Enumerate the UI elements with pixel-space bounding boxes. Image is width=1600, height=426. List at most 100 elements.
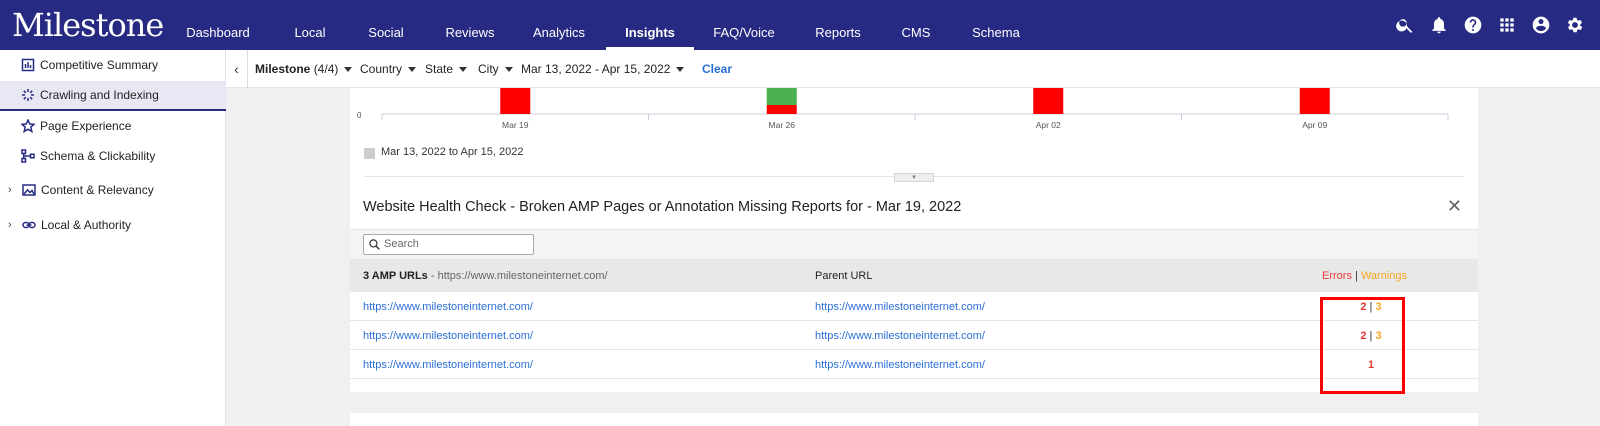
caret-down-icon [408, 67, 417, 73]
sidebar-item-label: Competitive Summary [40, 58, 159, 72]
chevron-right-icon[interactable]: › [8, 219, 18, 231]
table-row: https://www.milestoneinternet.com/ https… [350, 321, 1478, 350]
parent-url-column-header: Parent URL [815, 270, 873, 282]
bar-errors-apr-02[interactable] [1033, 88, 1064, 114]
sidebar-item-local-authority[interactable]: › Local & Authority [0, 210, 226, 240]
amp-url-link[interactable]: https://www.milestoneinternet.com/ [363, 359, 533, 371]
bell-icon[interactable] [1428, 14, 1450, 36]
star-icon [21, 119, 35, 133]
errors-warnings-column-header: Errors | Warnings [1322, 270, 1407, 282]
schema-icon [21, 149, 35, 163]
drawer-toggle-tab[interactable]: ▾ [894, 173, 934, 182]
caret-down-icon [344, 67, 353, 73]
nav-insights[interactable]: Insights [606, 0, 694, 50]
sidebar-item-content-relevancy[interactable]: › Content & Relevancy [0, 175, 226, 205]
date-range-label: Mar 13, 2022 - Apr 15, 2022 [521, 62, 671, 76]
state-filter-dropdown[interactable]: State [425, 50, 468, 88]
city-filter-label: City [478, 62, 499, 76]
sidebar-item-label: Schema & Clickability [40, 149, 156, 163]
highlight-annotation-box [1320, 297, 1405, 394]
legend-label[interactable]: Mar 13, 2022 to Apr 15, 2022 [381, 146, 524, 158]
legend-swatch[interactable] [364, 148, 375, 159]
date-range-dropdown[interactable]: Mar 13, 2022 - Apr 15, 2022 [521, 50, 685, 88]
next-card [350, 413, 1478, 426]
errors-bar-chart: 0 Mar 19 Mar 26 Apr 02 Apr 09 [357, 88, 1449, 130]
crawl-report-card: 0 Mar 19 Mar 26 Apr 02 Apr 09 Mar 13, 2022 … [350, 88, 1478, 392]
amp-site-label: https://www.milestoneinternet.com/ [437, 270, 608, 282]
sidebar-item-page-experience[interactable]: Page Experience [0, 111, 226, 141]
nav-reports[interactable]: Reports [806, 0, 870, 50]
bar-errors-apr-09[interactable] [1299, 88, 1330, 114]
sidebar-item-label: Local & Authority [41, 218, 132, 232]
x-axis-tick-label: Mar 26 [769, 120, 796, 130]
nav-schema[interactable]: Schema [966, 0, 1026, 50]
top-navigation: Milestone Dashboard Local Social Reviews… [0, 0, 1600, 50]
nav-cms[interactable]: CMS [890, 0, 942, 50]
close-icon[interactable]: ✕ [1447, 196, 1462, 217]
amp-count-label: 3 AMP URLs [363, 270, 428, 282]
bar-chart-icon [21, 58, 35, 72]
nav-faq-voice[interactable]: FAQ/Voice [706, 0, 782, 50]
sidebar-item-crawling-indexing[interactable]: Crawling and Indexing [0, 81, 226, 111]
header-separator: | [1351, 270, 1361, 282]
search-icon[interactable] [1394, 14, 1416, 36]
caret-down-icon [459, 67, 468, 73]
parent-url-link[interactable]: https://www.milestoneinternet.com/ [815, 301, 985, 313]
country-filter-label: Country [360, 62, 403, 76]
account-icon[interactable] [1530, 14, 1552, 36]
caret-down-icon [504, 67, 513, 73]
y-axis-tick-label: 0 [357, 111, 362, 120]
sidebar-item-label: Content & Relevancy [41, 183, 154, 197]
table-row: https://www.milestoneinternet.com/ https… [350, 350, 1478, 379]
milestone-logo[interactable]: Milestone [12, 6, 164, 44]
help-icon[interactable] [1462, 14, 1484, 36]
search-icon [369, 239, 380, 250]
amp-url-link[interactable]: https://www.milestoneinternet.com/ [363, 301, 533, 313]
apps-grid-icon[interactable] [1496, 14, 1518, 36]
sidebar-item-label: Page Experience [40, 119, 132, 133]
state-filter-label: State [425, 62, 454, 76]
settings-icon[interactable] [1564, 14, 1586, 36]
link-icon [22, 218, 36, 232]
nav-local[interactable]: Local [284, 0, 336, 50]
sidebar-item-competitive-summary[interactable]: Competitive Summary [0, 50, 226, 80]
x-axis-tick-label: Mar 19 [502, 120, 529, 130]
sidebar-item-label: Crawling and Indexing [40, 88, 159, 102]
parent-url-link[interactable]: https://www.milestoneinternet.com/ [815, 330, 985, 342]
bar-passed-mar-26[interactable] [766, 88, 797, 105]
nav-dashboard[interactable]: Dashboard [186, 0, 250, 50]
brand-filter-label: Milestone [255, 62, 311, 76]
search-placeholder: Search [384, 238, 419, 250]
errors-header-label: Errors [1322, 270, 1352, 282]
country-filter-dropdown[interactable]: Country [360, 50, 417, 88]
x-axis-tick-label: Apr 02 [1036, 120, 1061, 130]
report-title: Website Health Check - Broken AMP Pages … [363, 199, 962, 215]
search-bar-area: Search [350, 229, 1478, 259]
table-row: https://www.milestoneinternet.com/ https… [350, 292, 1478, 321]
bar-errors-mar-26[interactable] [766, 105, 797, 114]
chevron-left-icon: ‹ [234, 61, 239, 77]
nav-social[interactable]: Social [356, 0, 416, 50]
crawl-icon [21, 88, 35, 102]
parent-url-link[interactable]: https://www.milestoneinternet.com/ [815, 359, 985, 371]
caret-down-icon [676, 67, 685, 73]
table-header: 3 AMP URLs - https://www.milestoneintern… [350, 259, 1478, 292]
sidebar-item-schema-clickability[interactable]: Schema & Clickability [0, 141, 226, 171]
top-icon-bar [1394, 0, 1586, 50]
sidebar: Competitive Summary Crawling and Indexin… [0, 50, 226, 426]
brand-filter-count: (4/4) [313, 62, 339, 76]
city-filter-dropdown[interactable]: City [478, 50, 513, 88]
brand-filter-dropdown[interactable]: Milestone (4/4) [255, 50, 353, 88]
nav-analytics[interactable]: Analytics [524, 0, 594, 50]
amp-header-separator: - [427, 270, 438, 282]
clear-filters-link[interactable]: Clear [702, 50, 732, 88]
warnings-header-label: Warnings [1360, 270, 1407, 282]
image-icon [22, 183, 36, 197]
nav-reviews[interactable]: Reviews [437, 0, 503, 50]
collapse-sidebar-button[interactable]: ‹ [226, 50, 248, 88]
filter-bar: ‹ Milestone (4/4) Country State City Mar… [226, 50, 1600, 88]
bar-errors-mar-19[interactable] [500, 88, 531, 114]
amp-url-link[interactable]: https://www.milestoneinternet.com/ [363, 330, 533, 342]
search-input[interactable]: Search [363, 234, 534, 255]
chevron-right-icon[interactable]: › [8, 184, 18, 196]
